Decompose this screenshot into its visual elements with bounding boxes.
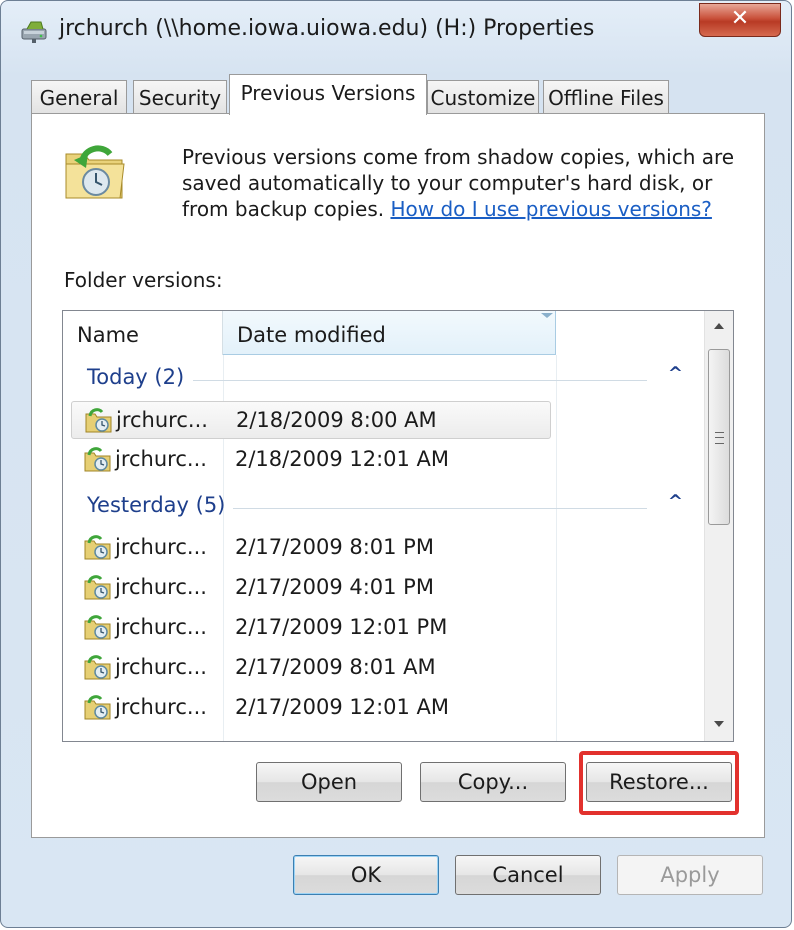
- folder-version-icon: [84, 615, 111, 640]
- window-title: jrchurch (\\home.iowa.uiowa.edu) (H:) Pr…: [59, 16, 595, 41]
- group-header-yesterday[interactable]: Yesterday (5) ^: [63, 489, 703, 525]
- version-date: 2/17/2009 12:01 PM: [235, 615, 448, 639]
- version-date: 2/17/2009 12:01 AM: [235, 695, 450, 719]
- version-name: jrchurc...: [115, 575, 207, 599]
- group-divider: [233, 508, 647, 509]
- tab-general[interactable]: General: [31, 80, 127, 114]
- version-name: jrchurc...: [115, 447, 207, 471]
- version-date: 2/17/2009 4:01 PM: [235, 575, 434, 599]
- version-name: jrchurc...: [115, 655, 207, 679]
- version-date: 2/17/2009 8:01 PM: [235, 535, 434, 559]
- collapse-chevron-icon[interactable]: ^: [668, 363, 683, 384]
- tab-previous-versions[interactable]: Previous Versions: [229, 74, 427, 115]
- version-row[interactable]: jrchurc... 2/17/2009 12:01 PM: [71, 609, 695, 647]
- properties-dialog: jrchurch (\\home.iowa.uiowa.edu) (H:) Pr…: [0, 0, 792, 928]
- title-bar: jrchurch (\\home.iowa.uiowa.edu) (H:) Pr…: [1, 1, 791, 57]
- help-link[interactable]: How do I use previous versions?: [390, 197, 711, 221]
- ok-button[interactable]: OK: [293, 855, 439, 895]
- folder-version-icon: [85, 408, 112, 433]
- scroll-up-arrow-icon[interactable]: [714, 323, 724, 329]
- vertical-scrollbar[interactable]: [704, 311, 733, 741]
- scroll-down-arrow-icon[interactable]: [714, 721, 724, 727]
- column-header-name[interactable]: Name: [63, 311, 223, 355]
- close-button[interactable]: ✕: [699, 3, 781, 37]
- restore-highlight: [579, 751, 739, 815]
- column-header-date-label: Date modified: [237, 323, 386, 347]
- folder-versions-label: Folder versions:: [64, 268, 223, 292]
- column-header-date-modified[interactable]: Date modified: [223, 311, 556, 355]
- apply-button[interactable]: Apply: [617, 855, 763, 895]
- network-drive-icon: [21, 21, 47, 43]
- column-header-empty: [556, 311, 705, 355]
- group-label: Yesterday (5): [87, 493, 226, 517]
- folder-versions-list[interactable]: Name Date modified Today (2) ^ jrchurc..…: [62, 310, 734, 742]
- folder-version-icon: [84, 447, 111, 472]
- folder-restore-icon: [65, 145, 125, 199]
- version-row[interactable]: jrchurc... 2/18/2009 12:01 AM: [71, 441, 695, 479]
- grip-icon: [715, 432, 724, 444]
- version-row[interactable]: jrchurc... 2/17/2009 4:01 PM: [71, 569, 695, 607]
- version-date: 2/17/2009 8:01 AM: [235, 655, 436, 679]
- tab-offline-files[interactable]: Offline Files: [543, 80, 669, 114]
- version-row[interactable]: jrchurc... 2/17/2009 8:01 AM: [71, 649, 695, 687]
- version-name: jrchurc...: [115, 695, 207, 719]
- sort-indicator-icon: [541, 313, 553, 318]
- open-button[interactable]: Open: [256, 762, 402, 802]
- folder-version-icon: [84, 655, 111, 680]
- group-label: Today (2): [87, 365, 185, 389]
- previous-versions-panel: Previous versions come from shadow copie…: [31, 113, 765, 838]
- cancel-button[interactable]: Cancel: [455, 855, 601, 895]
- version-row[interactable]: jrchurc... 2/18/2009 8:00 AM: [71, 401, 551, 439]
- version-name: jrchurc...: [115, 615, 207, 639]
- folder-version-icon: [84, 535, 111, 560]
- version-row[interactable]: jrchurc... 2/17/2009 8:01 PM: [71, 529, 695, 567]
- version-date: 2/18/2009 8:00 AM: [236, 408, 437, 432]
- version-date: 2/18/2009 12:01 AM: [235, 447, 450, 471]
- intro-text: Previous versions come from shadow copie…: [182, 144, 742, 222]
- scroll-thumb[interactable]: [708, 349, 730, 525]
- group-header-today[interactable]: Today (2) ^: [63, 361, 703, 397]
- version-row[interactable]: jrchurc... 2/17/2009 12:01 AM: [71, 689, 695, 727]
- group-divider: [193, 380, 647, 381]
- folder-version-icon: [84, 575, 111, 600]
- tab-customize[interactable]: Customize: [427, 80, 539, 114]
- copy-button[interactable]: Copy...: [420, 762, 566, 802]
- collapse-chevron-icon[interactable]: ^: [668, 491, 683, 512]
- folder-version-icon: [84, 695, 111, 720]
- version-name: jrchurc...: [116, 408, 208, 432]
- version-name: jrchurc...: [115, 535, 207, 559]
- tab-security[interactable]: Security: [133, 80, 227, 114]
